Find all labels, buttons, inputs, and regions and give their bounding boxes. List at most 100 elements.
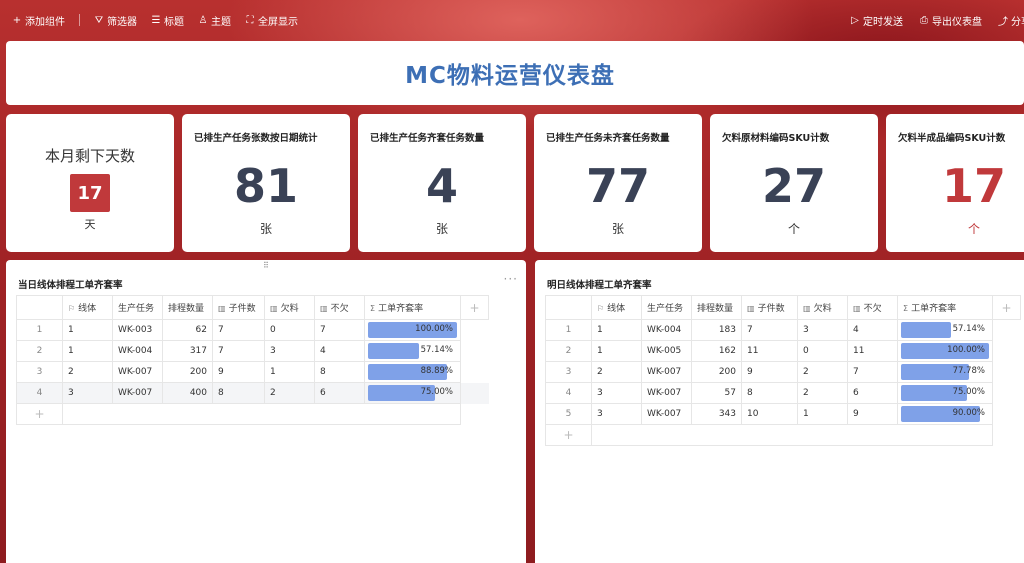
- add-row[interactable]: +: [545, 424, 1021, 446]
- kpi-card-raw-material-shortage[interactable]: 欠料原材料编码SKU计数 27 个: [710, 114, 878, 252]
- column-header[interactable]: ▥ 欠料: [264, 295, 315, 320]
- cell-ok[interactable]: 4: [847, 319, 898, 341]
- cell-task[interactable]: WK-007: [112, 361, 163, 383]
- table-row[interactable]: 4 3 WK-007 57 8 2 6 75.00%: [545, 382, 1021, 404]
- column-header[interactable]: Σ 工单齐套率: [897, 295, 993, 320]
- cell-line[interactable]: 1: [62, 319, 113, 341]
- cell-line[interactable]: 3: [591, 382, 642, 404]
- cell-short[interactable]: 3: [264, 340, 315, 362]
- cell-qty[interactable]: 317: [162, 340, 213, 362]
- cell-parts[interactable]: 8: [212, 382, 265, 404]
- table-row[interactable]: 5 3 WK-007 343 10 1 9 90.00%: [545, 403, 1021, 425]
- cell-task[interactable]: WK-005: [641, 340, 692, 362]
- cell-short[interactable]: 0: [797, 340, 848, 362]
- cell-ok[interactable]: 7: [847, 361, 898, 383]
- cell-rate[interactable]: 100.00%: [897, 340, 993, 362]
- table-row[interactable]: 4 3 WK-007 400 8 2 6 75.00%: [16, 382, 489, 404]
- cell-parts[interactable]: 9: [212, 361, 265, 383]
- cell-parts[interactable]: 11: [741, 340, 798, 362]
- cell-parts[interactable]: 9: [741, 361, 798, 383]
- cell-parts[interactable]: 7: [212, 319, 265, 341]
- column-header[interactable]: ▥ 不欠: [847, 295, 898, 320]
- table-row[interactable]: 1 1 WK-004 183 7 3 4 57.14%: [545, 319, 1021, 341]
- cell-qty[interactable]: 200: [691, 361, 742, 383]
- fullscreen-button[interactable]: ⛶ 全屏显示: [245, 13, 299, 28]
- cell-rate[interactable]: 88.89%: [364, 361, 461, 383]
- column-header[interactable]: ▥ 欠料: [797, 295, 848, 320]
- cell-ok[interactable]: 7: [314, 319, 365, 341]
- filter-button[interactable]: ⛛ 筛选器: [94, 13, 137, 28]
- cell-short[interactable]: 0: [264, 319, 315, 341]
- column-header[interactable]: ⚐ 线体: [591, 295, 642, 320]
- drag-handle-icon[interactable]: ⠿: [263, 261, 269, 270]
- cell-short[interactable]: 3: [797, 319, 848, 341]
- cell-task[interactable]: WK-007: [641, 361, 692, 383]
- column-header[interactable]: 生产任务: [641, 295, 692, 320]
- cell-qty[interactable]: 62: [162, 319, 213, 341]
- cell-qty[interactable]: 200: [162, 361, 213, 383]
- cell-ok[interactable]: 6: [847, 382, 898, 404]
- column-header[interactable]: Σ 工单齐套率: [364, 295, 461, 320]
- kpi-card-complete-tasks[interactable]: 已排生产任务齐套任务数量 4 张: [358, 114, 526, 252]
- theme-button[interactable]: ♙ 主题: [198, 13, 231, 28]
- cell-short[interactable]: 2: [797, 361, 848, 383]
- cell-ok[interactable]: 6: [314, 382, 365, 404]
- cell-parts[interactable]: 7: [741, 319, 798, 341]
- cell-rate[interactable]: 57.14%: [364, 340, 461, 362]
- cell-ok[interactable]: 4: [314, 340, 365, 362]
- cell-ok[interactable]: 9: [847, 403, 898, 425]
- cell-qty[interactable]: 183: [691, 319, 742, 341]
- cell-line[interactable]: 1: [62, 340, 113, 362]
- cell-rate[interactable]: 90.00%: [897, 403, 993, 425]
- table-row[interactable]: 2 1 WK-004 317 7 3 4 57.14%: [16, 340, 489, 362]
- cell-rate[interactable]: 75.00%: [364, 382, 461, 404]
- table-row[interactable]: 1 1 WK-003 62 7 0 7 100.00%: [16, 319, 489, 341]
- cell-rate[interactable]: 57.14%: [897, 319, 993, 341]
- table-row[interactable]: 2 1 WK-005 162 11 0 11 100.00%: [545, 340, 1021, 362]
- cell-qty[interactable]: 162: [691, 340, 742, 362]
- cell-line[interactable]: 2: [62, 361, 113, 383]
- title-button[interactable]: ☰ 标题: [151, 13, 184, 28]
- cell-rate[interactable]: 75.00%: [897, 382, 993, 404]
- cell-ok[interactable]: 8: [314, 361, 365, 383]
- cell-line[interactable]: 1: [591, 340, 642, 362]
- export-dashboard-button[interactable]: ⎙ 导出仪表盘: [919, 13, 982, 28]
- share-button[interactable]: ⤴ 分享: [998, 13, 1024, 28]
- more-options-icon[interactable]: ···: [504, 272, 518, 286]
- column-header[interactable]: ⚐ 线体: [62, 295, 113, 320]
- column-header[interactable]: ▥ 不欠: [314, 295, 365, 320]
- cell-task[interactable]: WK-004: [641, 319, 692, 341]
- cell-line[interactable]: 1: [591, 319, 642, 341]
- cell-task[interactable]: WK-007: [641, 382, 692, 404]
- cell-parts[interactable]: 7: [212, 340, 265, 362]
- cell-parts[interactable]: 10: [741, 403, 798, 425]
- cell-task[interactable]: WK-007: [641, 403, 692, 425]
- column-header[interactable]: 排程数量: [691, 295, 742, 320]
- cell-task[interactable]: WK-004: [112, 340, 163, 362]
- cell-short[interactable]: 1: [797, 403, 848, 425]
- cell-ok[interactable]: 11: [847, 340, 898, 362]
- table-row[interactable]: 3 2 WK-007 200 9 2 7 77.78%: [545, 361, 1021, 383]
- scheduled-send-button[interactable]: ▷ 定时发送: [850, 13, 903, 28]
- cell-qty[interactable]: 57: [691, 382, 742, 404]
- cell-task[interactable]: WK-007: [112, 382, 163, 404]
- kpi-card-incomplete-tasks[interactable]: 已排生产任务未齐套任务数量 77 张: [534, 114, 702, 252]
- cell-task[interactable]: WK-003: [112, 319, 163, 341]
- column-header[interactable]: ▥ 子件数: [741, 295, 798, 320]
- cell-short[interactable]: 2: [264, 382, 315, 404]
- cell-line[interactable]: 3: [591, 403, 642, 425]
- cell-line[interactable]: 2: [591, 361, 642, 383]
- cell-qty[interactable]: 343: [691, 403, 742, 425]
- cell-parts[interactable]: 8: [741, 382, 798, 404]
- cell-rate[interactable]: 77.78%: [897, 361, 993, 383]
- add-component-button[interactable]: + 添加组件: [12, 13, 65, 28]
- cell-short[interactable]: 1: [264, 361, 315, 383]
- cell-line[interactable]: 3: [62, 382, 113, 404]
- cell-qty[interactable]: 400: [162, 382, 213, 404]
- kpi-card-scheduled-tasks[interactable]: 已排生产任务张数按日期统计 81 张: [182, 114, 350, 252]
- days-remaining-card[interactable]: 本月剩下天数 17 天: [6, 114, 174, 252]
- column-header[interactable]: ▥ 子件数: [212, 295, 265, 320]
- add-row[interactable]: +: [16, 403, 489, 425]
- add-row-button[interactable]: +: [16, 403, 63, 425]
- cell-rate[interactable]: 100.00%: [364, 319, 461, 341]
